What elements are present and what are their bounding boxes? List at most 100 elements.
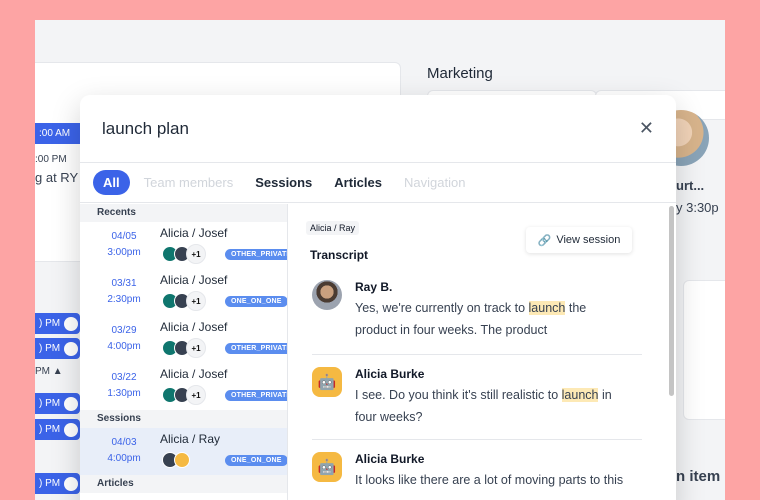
articles-heading: Articles: [80, 475, 287, 493]
avatar: [174, 452, 190, 468]
date-value: 04/03: [111, 437, 137, 448]
filter-tabs: All Team members Sessions Articles Navig…: [80, 163, 676, 203]
time-label: ) PM: [39, 398, 61, 409]
time-label: PM: [35, 366, 50, 377]
avatar-stack: +1: [162, 244, 206, 264]
more-count: +1: [186, 291, 206, 311]
status-badge: OTHER_PRIVATE: [225, 249, 287, 260]
list-item[interactable]: 03/31 2:30pm Alicia / Josef +1 ONE_ON_ONE: [80, 269, 287, 316]
time-label: ) PM: [39, 424, 61, 435]
list-item[interactable]: 03/22 1:30pm Alicia / Josef +1 OTHER_PRIV…: [80, 363, 287, 410]
avatar: [64, 316, 79, 331]
item-date: 04/03 4:00pm: [104, 435, 144, 467]
background-text: n item: [676, 468, 721, 485]
item-date: 03/29 4:00pm: [104, 323, 144, 355]
time-value: 3:00pm: [107, 247, 141, 258]
background-text: urt...: [676, 178, 705, 193]
avatar: 🤖: [312, 452, 342, 482]
message-text: Yes, we're currently on track to launch …: [355, 297, 630, 341]
background-text: g at RY: [35, 170, 79, 185]
search-bar: ✕: [80, 95, 676, 163]
calendar-event[interactable]: ) PM: [35, 313, 80, 334]
recents-heading: Recents: [80, 204, 287, 222]
item-date: 03/31 2:30pm: [104, 276, 144, 308]
tab-all[interactable]: All: [93, 170, 130, 195]
transcript-message: 🤖 Alicia Burke I see. Do you think it's …: [312, 367, 642, 427]
text-segment: Yes, we're currently on track to: [355, 301, 529, 315]
time-value: 4:00pm: [107, 453, 141, 464]
list-item[interactable]: 03/29 4:00pm Alicia / Josef +1 OTHER_PRIV…: [80, 316, 287, 363]
item-date: 03/22 1:30pm: [104, 370, 144, 402]
time-value: 4:00pm: [107, 341, 141, 352]
item-title: Alicia / Ray: [160, 432, 221, 446]
warning-icon: ▲: [52, 366, 63, 377]
status-badge: OTHER_PRIVATE: [225, 390, 287, 401]
time-label: :00 AM: [39, 128, 71, 139]
link-icon: 🔗: [537, 234, 552, 247]
list-item[interactable]: 04/03 4:00pm Alicia / Ray ONE_ON_ONE: [80, 428, 287, 475]
background-text: y 3:30p: [676, 200, 719, 215]
time-value: 1:30pm: [107, 388, 141, 399]
time-value: 2:30pm: [107, 294, 141, 305]
item-title: Alicia / Josef: [160, 273, 228, 287]
view-session-label: View session: [556, 234, 621, 246]
time-label: ) PM: [39, 318, 61, 329]
date-value: 03/31: [111, 278, 137, 289]
results-list: Recents 04/05 3:00pm Alicia / Josef +1 OT…: [80, 204, 288, 500]
avatar-stack: +1: [162, 385, 206, 405]
breadcrumb: Alicia / Ray: [306, 221, 360, 235]
tab-team-members[interactable]: Team members: [144, 175, 234, 190]
avatar: [64, 476, 79, 491]
status-badge: ONE_ON_ONE: [225, 296, 287, 307]
speaker-name: Alicia Burke: [355, 367, 425, 381]
close-icon[interactable]: ✕: [639, 118, 654, 139]
highlight: launch: [528, 301, 566, 315]
avatar-stack: +1: [162, 291, 206, 311]
text-segment: It looks like there are a lot of moving …: [355, 473, 624, 487]
time-label: ) PM: [39, 478, 61, 489]
more-count: +1: [186, 338, 206, 358]
status-badge: ONE_ON_ONE: [225, 455, 287, 466]
speaker-name: Alicia Burke: [355, 452, 425, 466]
calendar-event[interactable]: :00 AM: [35, 123, 85, 144]
transcript-heading: Transcript: [310, 248, 369, 262]
list-item[interactable]: 04/05 3:00pm Alicia / Josef +1 OTHER_PRIV…: [80, 222, 287, 269]
check-icon: [64, 422, 79, 437]
avatar: [64, 396, 79, 411]
calendar-event[interactable]: ) PM: [35, 338, 80, 359]
marketing-heading: Marketing: [427, 65, 493, 82]
search-input[interactable]: [102, 118, 639, 139]
tab-navigation[interactable]: Navigation: [404, 175, 465, 190]
background-text: PM ▲: [35, 366, 63, 377]
more-count: +1: [186, 385, 206, 405]
item-title: Alicia / Josef: [160, 320, 228, 334]
avatar: 🤖: [312, 367, 342, 397]
message-text: It looks like there are a lot of moving …: [355, 469, 630, 491]
tab-sessions[interactable]: Sessions: [255, 175, 312, 190]
highlight: launch: [561, 388, 599, 402]
speaker-name: Ray B.: [355, 280, 393, 294]
status-badge: OTHER_PRIVATE: [225, 343, 287, 354]
divider: [312, 439, 642, 440]
transcript-message: Ray B. Yes, we're currently on track to …: [312, 280, 642, 340]
more-count: +1: [186, 244, 206, 264]
background-text: :00 PM: [35, 154, 67, 165]
divider: [312, 354, 642, 355]
scrollbar[interactable]: [669, 206, 674, 396]
avatar: [312, 280, 342, 310]
calendar-event[interactable]: ) PM: [35, 473, 80, 494]
transcript-message: 🤖 Alicia Burke It looks like there are a…: [312, 452, 642, 500]
calendar-event[interactable]: ) PM: [35, 393, 80, 414]
calendar-event[interactable]: ) PM: [35, 419, 80, 440]
item-title: Alicia / Josef: [160, 226, 228, 240]
search-modal: ✕ All Team members Sessions Articles Nav…: [80, 95, 676, 500]
time-label: ) PM: [39, 343, 61, 354]
view-session-button[interactable]: 🔗 View session: [526, 227, 632, 253]
item-title: Alicia / Josef: [160, 367, 228, 381]
avatar: [64, 341, 79, 356]
tab-articles[interactable]: Articles: [334, 175, 382, 190]
text-segment: I see. Do you think it's still realistic…: [355, 388, 562, 402]
avatar-stack: [162, 452, 190, 468]
avatar-stack: +1: [162, 338, 206, 358]
sessions-heading: Sessions: [80, 410, 287, 428]
